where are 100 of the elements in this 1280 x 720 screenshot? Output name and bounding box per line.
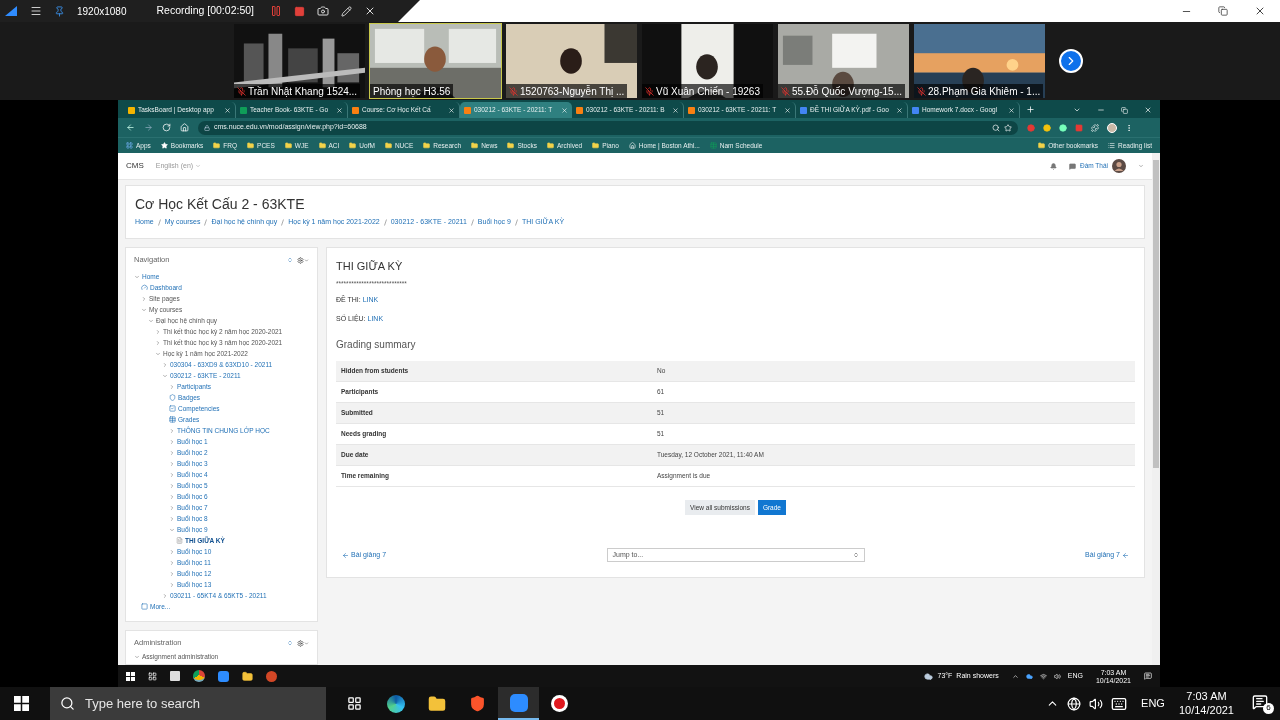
favicon — [800, 106, 807, 114]
participant-name: 28.Phạm Gia Khiêm - 1... — [928, 84, 1041, 98]
video-tile[interactable]: 1520763-Nguyễn Thị ... — [505, 23, 638, 99]
dashboard-icon — [141, 284, 148, 291]
new-tab-icon[interactable] — [1026, 105, 1035, 114]
folder-icon[interactable] — [242, 670, 253, 682]
favicon — [464, 106, 471, 114]
extensions-icon[interactable] — [1091, 123, 1099, 132]
pause-icon[interactable] — [270, 5, 282, 17]
home-icon — [628, 142, 636, 149]
edge-icon[interactable] — [386, 694, 405, 713]
close-icon[interactable] — [1144, 106, 1152, 114]
windows-icon[interactable] — [126, 671, 135, 681]
lock-icon — [204, 124, 210, 131]
windows-icon[interactable] — [13, 696, 29, 711]
folder-icon — [1038, 142, 1046, 149]
site-brand[interactable]: CMS — [126, 160, 144, 172]
assignment-title: THI GIỮA KỲ — [336, 259, 404, 274]
close-icon[interactable] — [364, 5, 376, 17]
video-tile[interactable]: Trần Nhật Khang 1524... — [233, 23, 366, 99]
slash-separator-icon — [470, 218, 474, 226]
slash-separator-icon — [204, 218, 208, 226]
close-tab-icon[interactable] — [448, 106, 455, 114]
favicon — [688, 106, 695, 114]
notifications-icon[interactable] — [1144, 672, 1152, 680]
close-tab-icon[interactable] — [1008, 106, 1015, 114]
course-title: Cơ Học Kết Cấu 2 - 63KTE — [135, 196, 306, 211]
video-tile[interactable]: 28.Phạm Gia Khiêm - 1... — [913, 23, 1046, 99]
close-tab-icon[interactable] — [224, 106, 231, 114]
stop-icon[interactable] — [294, 5, 305, 17]
settings-icon[interactable] — [297, 639, 304, 647]
slash-separator-icon — [514, 218, 518, 226]
chrome-icon[interactable] — [193, 670, 205, 682]
video-camera-app-icon — [509, 693, 528, 712]
browser-menu-icon[interactable] — [1125, 123, 1133, 132]
apps-icon — [126, 142, 133, 149]
language-indicator[interactable]: ENG — [1141, 695, 1165, 712]
close-tab-icon[interactable] — [784, 106, 791, 114]
taskbar-app[interactable] — [498, 687, 539, 720]
favicon — [352, 106, 359, 114]
back-icon[interactable] — [126, 123, 135, 132]
scrollbar[interactable] — [1152, 153, 1160, 665]
favicon — [128, 106, 135, 114]
network-icon[interactable] — [1067, 696, 1082, 711]
star-icon — [160, 142, 168, 149]
reload-icon[interactable] — [162, 123, 171, 132]
messages-icon[interactable] — [1068, 162, 1076, 170]
next-page-button[interactable] — [1059, 49, 1083, 73]
favicon — [240, 106, 247, 114]
app-logo-icon — [4, 4, 18, 18]
slash-separator-icon — [281, 218, 285, 226]
restore-icon[interactable] — [1121, 106, 1128, 114]
arrow-left-icon[interactable] — [1122, 551, 1129, 559]
folder-icon — [592, 142, 600, 149]
tab-search-icon[interactable] — [1073, 106, 1081, 114]
pencil-icon[interactable] — [341, 5, 352, 17]
close-tab-icon[interactable] — [896, 106, 903, 114]
camera-icon[interactable] — [317, 5, 329, 17]
video-app-icon[interactable] — [218, 670, 229, 682]
favicon — [576, 106, 583, 114]
notifications-icon[interactable] — [1252, 693, 1268, 710]
volume-icon[interactable] — [1089, 696, 1104, 711]
close-icon[interactable] — [1254, 5, 1266, 17]
forward-icon[interactable] — [144, 123, 153, 132]
video-tile[interactable]: 55.Đỗ Quốc Vượng-15... — [777, 23, 910, 99]
volume-icon[interactable] — [1053, 672, 1061, 680]
arrow-left-icon[interactable] — [342, 551, 349, 559]
close-tab-icon[interactable] — [561, 106, 568, 114]
restore-icon[interactable] — [1218, 6, 1228, 16]
clock-date[interactable]: 10/14/2021 — [1178, 703, 1234, 718]
video-tile[interactable]: Phòng học H3.56 — [369, 23, 502, 99]
menu-icon[interactable] — [30, 5, 42, 17]
folder-icon — [423, 142, 431, 149]
search-icon[interactable] — [992, 123, 1000, 132]
slash-separator-icon — [383, 218, 387, 226]
user-avatar[interactable] — [1112, 159, 1126, 173]
close-tab-icon[interactable] — [672, 106, 679, 114]
settings-icon[interactable] — [297, 256, 304, 264]
presentation-app-icon[interactable] — [266, 670, 277, 682]
home-icon[interactable] — [180, 123, 189, 132]
keyboard-icon[interactable] — [1111, 695, 1128, 712]
folder-icon[interactable] — [427, 694, 446, 713]
record-icon[interactable] — [551, 695, 568, 712]
task-view-icon[interactable] — [347, 696, 362, 711]
list-icon — [1108, 142, 1116, 149]
task-view-icon[interactable] — [148, 671, 157, 681]
clock-time[interactable]: 7:03 AM — [1186, 689, 1227, 704]
participant-name: 1520763-Nguyễn Thị ... — [520, 84, 625, 98]
close-tab-icon[interactable] — [336, 106, 343, 114]
pin-icon[interactable] — [54, 5, 65, 17]
assignment-icon — [176, 537, 183, 544]
competencies-icon — [169, 405, 176, 412]
bookmark-star-icon[interactable] — [1004, 123, 1012, 132]
search-field[interactable]: Type here to search — [50, 687, 326, 720]
folder-icon — [349, 142, 357, 149]
participant-name: Trần Nhật Khang 1524... — [248, 84, 358, 98]
caret-icon — [195, 163, 202, 169]
video-tile[interactable]: Vũ Xuân Chiến - 19263 — [641, 23, 774, 99]
profile-avatar[interactable] — [1107, 122, 1117, 133]
cloud-icon[interactable] — [1025, 672, 1033, 680]
